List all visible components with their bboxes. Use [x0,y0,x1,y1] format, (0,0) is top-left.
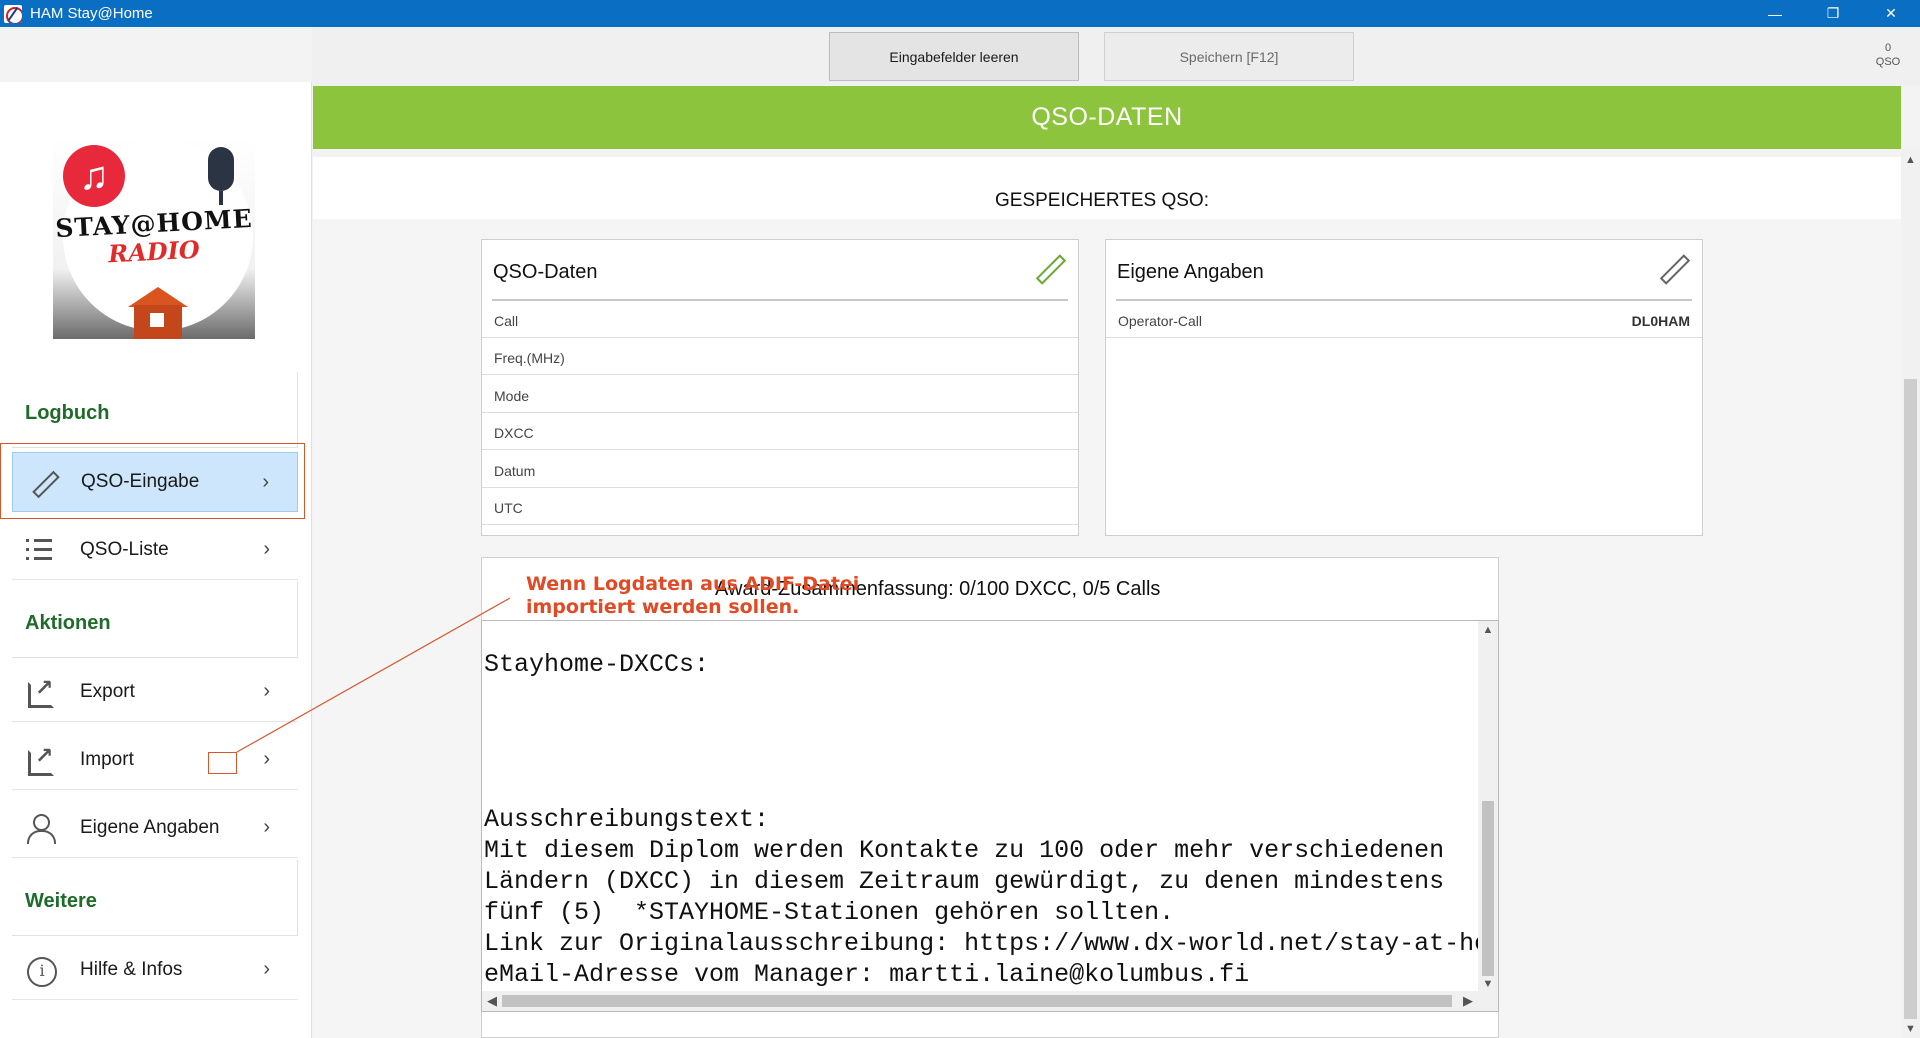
export-icon [26,675,54,708]
close-button[interactable]: ✕ [1862,0,1920,27]
row-key: Datum [494,463,536,479]
scroll-right-icon[interactable]: ▶ [1458,991,1478,1011]
list-icon [26,536,54,564]
person-icon [26,813,56,844]
row-key: DXCC [494,425,534,441]
title-bar: HAM Stay@Home — ❐ ✕ [0,0,1920,27]
section-weitere: Weitere [12,860,298,936]
qso-count-unit: QSO [1875,56,1901,68]
scroll-up-icon[interactable]: ▲ [1478,621,1498,639]
annotation-callout-box [208,752,237,774]
sidebar-item-label: QSO-Liste [80,538,169,560]
sidebar-item-qso-liste[interactable]: QSO-Liste › [12,520,298,580]
scroll-thumb[interactable] [1482,801,1494,976]
window-title: HAM Stay@Home [30,5,153,22]
award-text: Stayhome-DXCCs: Ausschreibungstext: Mit … [484,650,1498,989]
import-icon [26,743,54,776]
sidebar-item-import[interactable]: Import › [12,730,298,790]
row-key: UTC [494,500,523,516]
data-row: Operator-Call DL0HAM [1106,301,1702,338]
section-heading-weitere: Weitere [25,890,97,912]
house-window-icon [150,313,164,327]
clear-fields-button[interactable]: Eingabefelder leeren [829,32,1079,81]
house-roof-icon [128,287,188,307]
row-key: Freq.(MHz) [494,350,565,366]
chevron-right-icon: › [263,816,270,838]
save-button[interactable]: Speichern [F12] [1104,32,1354,81]
info-icon [26,956,57,987]
sidebar-item-eigene-angaben[interactable]: Eigene Angaben › [12,798,298,858]
sidebar: ♫ STAY@HOME RADIO Logbuch QSO-Eingabe › … [0,82,312,1038]
scroll-thumb[interactable] [1904,379,1917,1019]
app-icon [4,4,22,23]
saved-band: GESPEICHERTES QSO: [313,157,1901,219]
page-title: QSO-DATEN [313,86,1901,149]
edit-pencil-icon[interactable] [1034,252,1066,284]
stay-at-home-radio-logo: ♫ STAY@HOME RADIO [53,139,255,339]
data-row: Freq.(MHz) [482,338,1078,375]
maximize-button[interactable]: ❐ [1804,0,1862,27]
vertical-scrollbar[interactable]: ▲ ▼ [1478,621,1498,993]
qso-counter: 0 QSO [1868,41,1908,69]
annotation-note: Wenn Logdaten aus ADIF-Datei importiert … [526,573,860,618]
own-data-card: Eigene Angaben Operator-Call DL0HAM [1105,239,1703,536]
row-key: Mode [494,388,530,404]
scroll-up-icon[interactable]: ▲ [1901,151,1920,169]
data-row: UTC [482,488,1078,525]
sidebar-item-hilfe[interactable]: Hilfe & Infos › [12,940,298,1000]
section-heading-logbuch: Logbuch [25,402,110,424]
chevron-right-icon: › [263,748,270,770]
row-key: Operator-Call [1118,313,1203,329]
minimize-button[interactable]: — [1746,0,1804,27]
qso-count-value: 0 [1884,42,1892,54]
chevron-right-icon: › [263,958,270,980]
data-row: Call [482,301,1078,338]
edit-pencil-icon[interactable] [1658,252,1690,284]
data-row: Datum [482,451,1078,488]
data-row: Mode [482,376,1078,413]
sidebar-item-label: Export [80,680,135,702]
sidebar-item-label: Eigene Angaben [80,816,220,838]
horizontal-scrollbar[interactable]: ◀ ▶ [482,991,1498,1011]
row-key: Call [494,313,519,329]
card-title: QSO-Daten [493,261,598,283]
sidebar-item-export[interactable]: Export › [12,662,298,722]
chevron-right-icon: › [263,538,270,560]
annotation-highlight-box [0,443,305,519]
sidebar-item-label: Hilfe & Infos [80,958,183,980]
section-heading-aktionen: Aktionen [25,612,111,634]
data-row: DXCC [482,413,1078,450]
scroll-down-icon[interactable]: ▼ [1901,1020,1920,1038]
section-logbuch: Logbuch [12,372,298,448]
card-title: Eigene Angaben [1117,261,1264,283]
microphone-icon [208,147,234,205]
qso-data-card: QSO-Daten Call Freq.(MHz) Mode DXCC Datu… [481,239,1079,536]
saved-qso-heading: GESPEICHERTES QSO: [995,190,1209,211]
top-toolbar: Eingabefelder leeren Speichern [F12] 0 Q… [312,27,1920,86]
sidebar-item-label: Import [80,748,134,770]
row-value: DL0HAM [1631,313,1690,329]
chevron-right-icon: › [263,680,270,702]
music-note-icon: ♫ [63,145,125,207]
award-footer [481,1012,1499,1038]
award-textbox[interactable]: Stayhome-DXCCs: Ausschreibungstext: Mit … [481,620,1499,1012]
window-controls: — ❐ ✕ [1746,0,1920,27]
scroll-thumb[interactable] [502,995,1452,1007]
scroll-left-icon[interactable]: ◀ [482,991,502,1011]
page-scrollbar[interactable]: ▲ ▼ [1901,149,1920,1038]
section-aktionen: Aktionen [12,582,298,658]
